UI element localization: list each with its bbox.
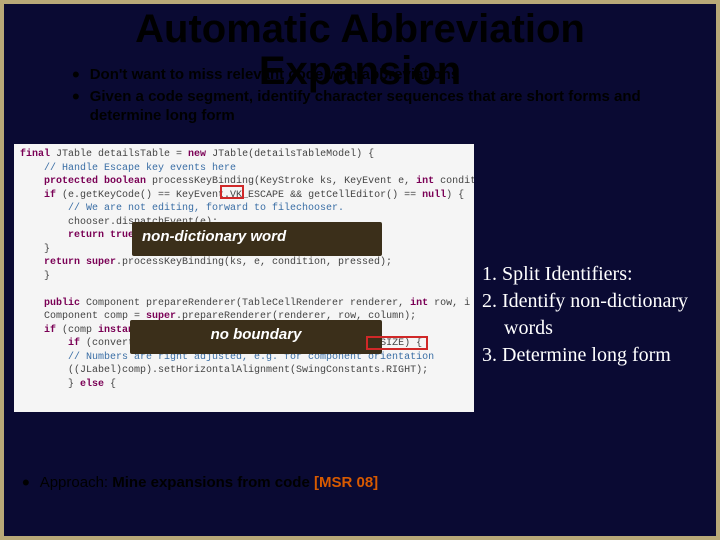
bullet-text: Don't want to miss relevant code with ab… [90,66,459,85]
approach-text: Approach: Mine expansions from code [MSR… [40,474,378,491]
approach-label: Approach: [40,474,108,491]
step-2: 2. Identify non-dictionary [482,289,706,314]
callout-no-boundary: no boundary [130,320,382,354]
highlight-box-vk [220,185,244,199]
callout-non-dictionary: non-dictionary word [132,222,382,256]
bullet-item-2: • Given a code segment, identify charact… [72,88,696,126]
steps-list: 1. Split Identifiers: 2. Identify non-di… [482,262,706,370]
step-3: 3. Determine long form [482,343,706,368]
bullet-dot-icon: • [72,86,80,108]
bullet-dot-icon: • [22,472,30,494]
title-line-1: Automatic Abbreviation [135,7,585,51]
bullet-item-1: • Don't want to miss relevant code with … [72,66,696,86]
bullet-list: • Don't want to miss relevant code with … [72,66,696,128]
approach-bullet: • Approach: Mine expansions from code [M… [22,474,378,494]
bullet-dot-icon: • [72,64,80,86]
step-1: 1. Split Identifiers: [482,262,706,287]
highlight-box-filesize [366,336,428,350]
approach-citation: [MSR 08] [314,474,378,491]
code-snippet: final JTable detailsTable = new JTable(d… [14,144,474,412]
approach-body: Mine expansions from code [108,474,314,491]
bullet-text: Given a code segment, identify character… [90,88,696,126]
step-2-cont: words [482,316,706,341]
